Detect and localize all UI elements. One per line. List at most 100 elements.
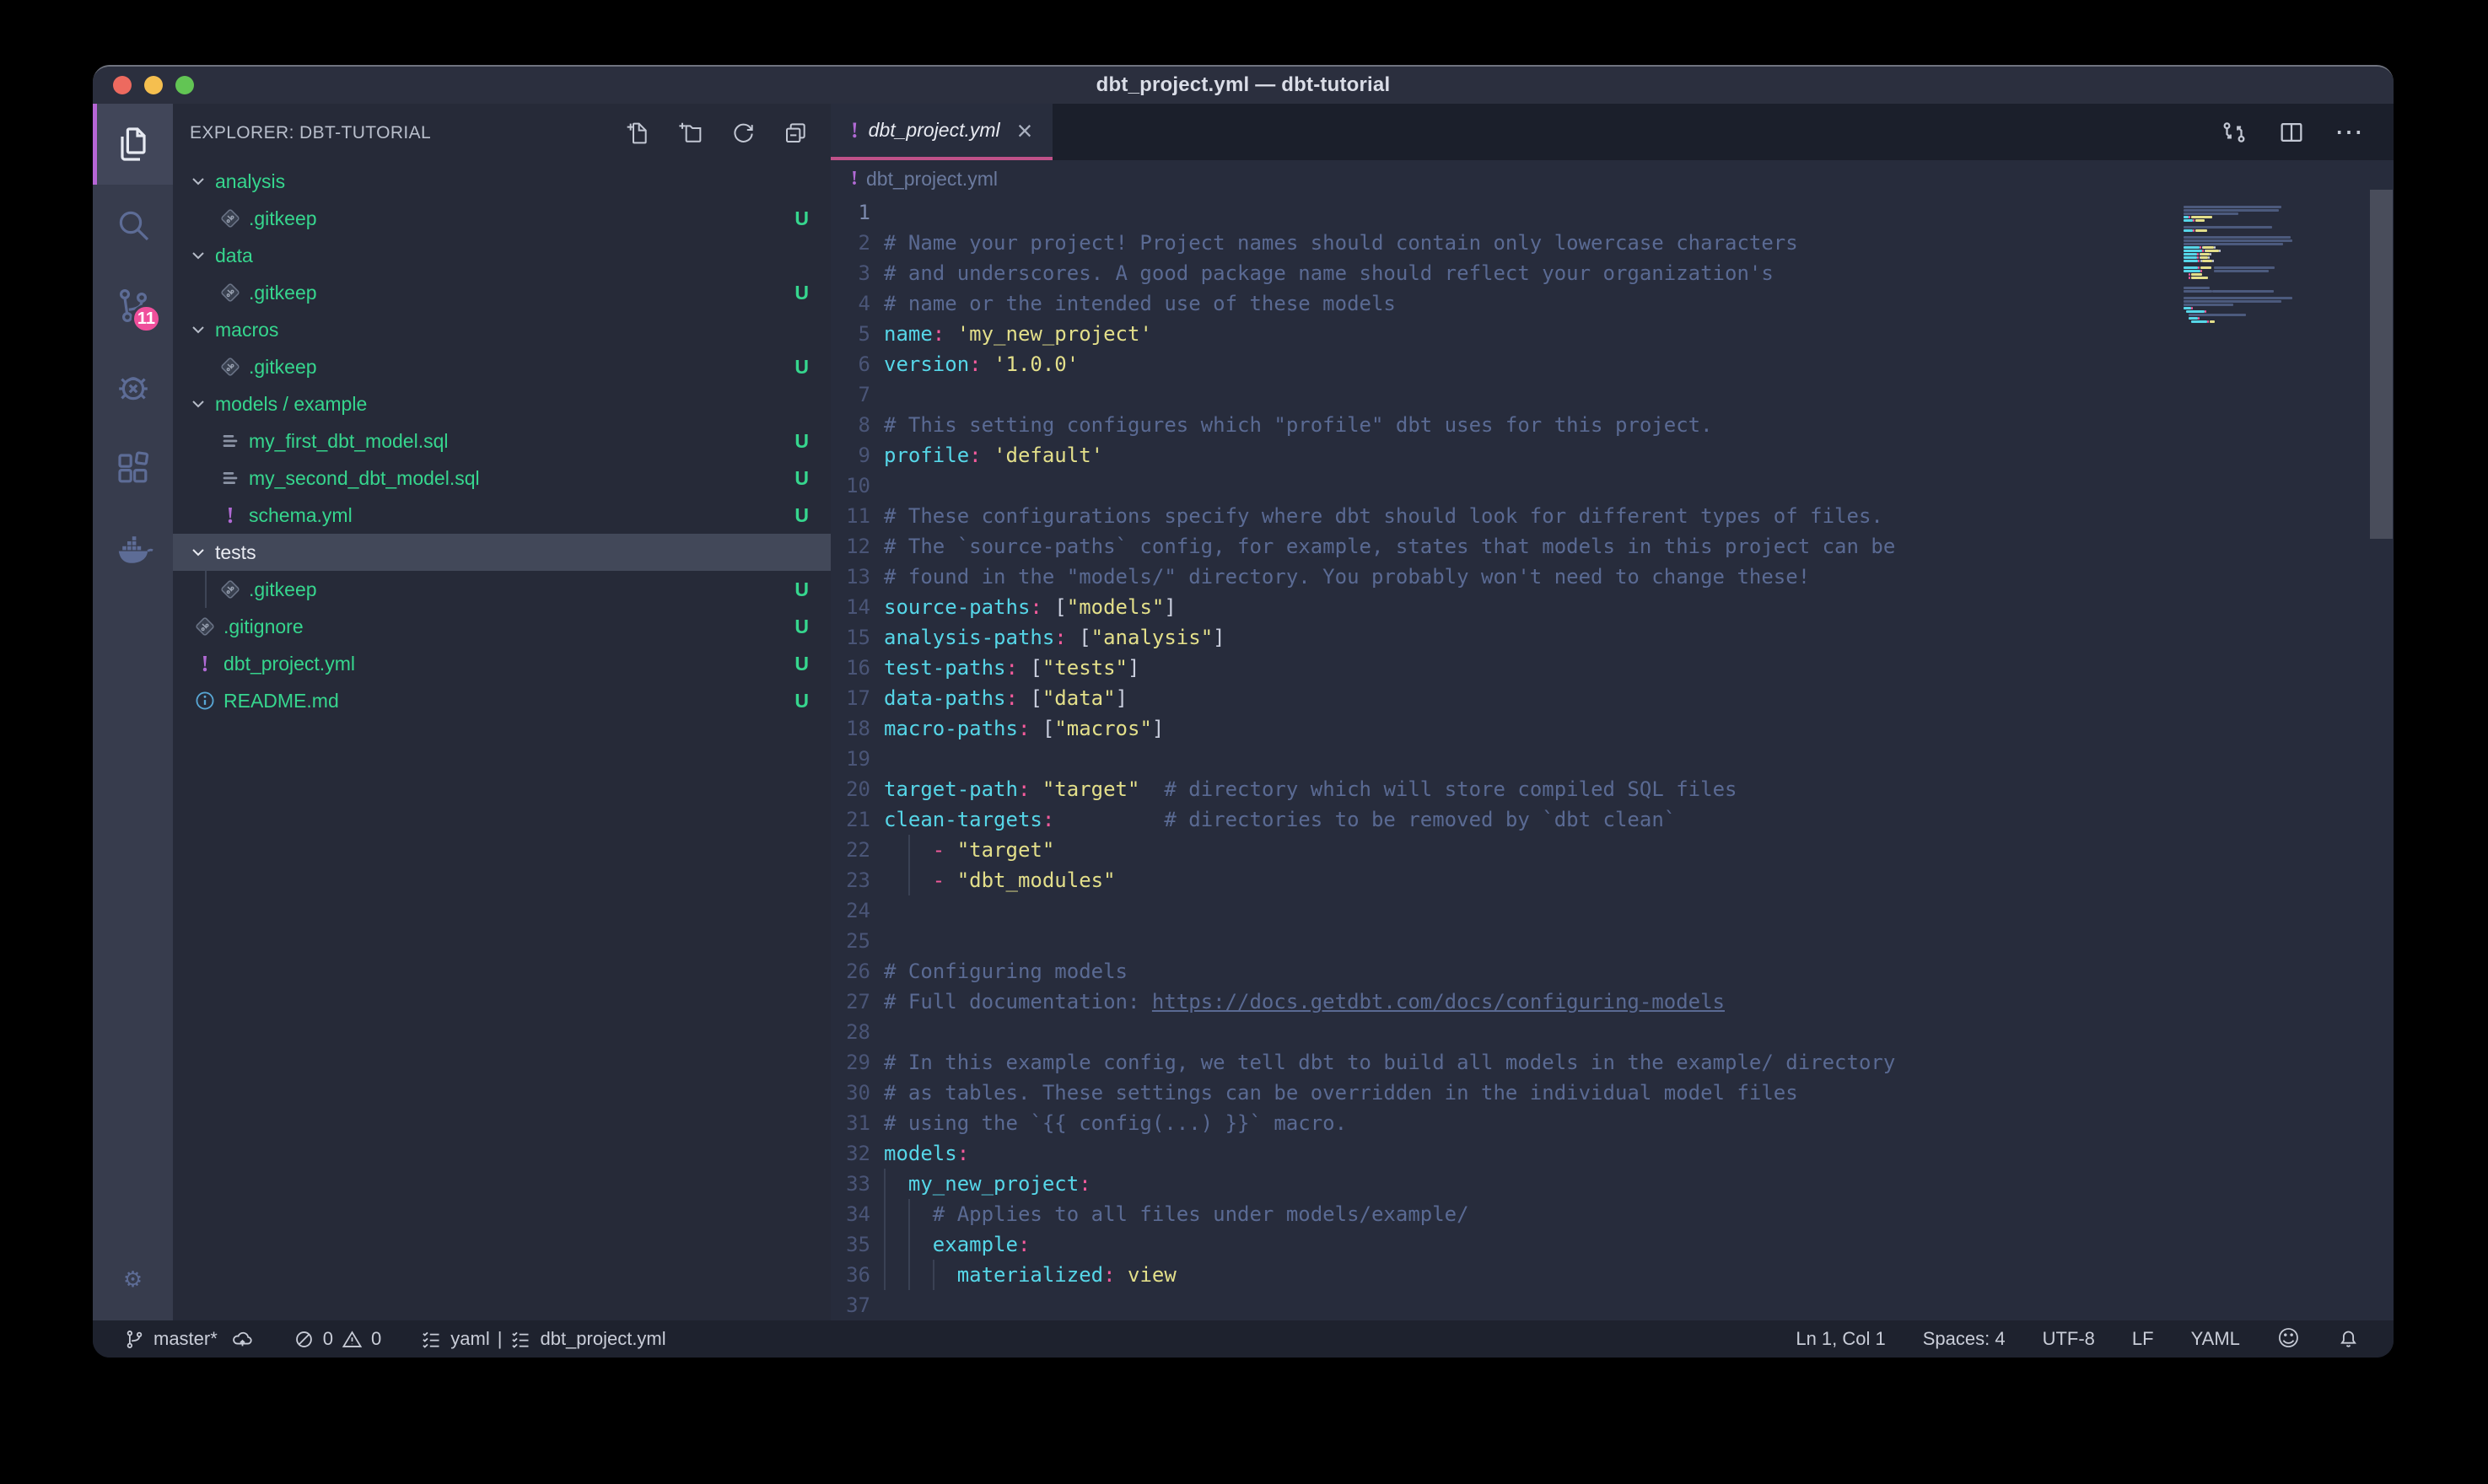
code-line-6[interactable]: 6version: '1.0.0' xyxy=(831,349,2394,379)
line-number: 6 xyxy=(831,349,870,379)
code-line-19[interactable]: 19 xyxy=(831,744,2394,774)
tree-item--gitkeep[interactable]: .gitkeepU xyxy=(173,200,831,237)
code-line-27[interactable]: 27# Full documentation: https://docs.get… xyxy=(831,987,2394,1017)
tree-item-label: README.md xyxy=(223,690,339,712)
activity-explorer-button[interactable] xyxy=(93,104,173,185)
tree-item-my-second-dbt-model-sql[interactable]: my_second_dbt_model.sqlU xyxy=(173,460,831,497)
code-line-1[interactable]: 1 xyxy=(831,197,2394,228)
feedback-smiley-icon[interactable]: ☺ xyxy=(2277,1328,2300,1350)
language-mode-indicator[interactable]: YAML xyxy=(2191,1328,2240,1350)
code-line-2[interactable]: 2# Name your project! Project names shou… xyxy=(831,228,2394,258)
breadcrumb[interactable]: ! dbt_project.yml xyxy=(831,160,2394,197)
title-bar[interactable]: dbt_project.yml — dbt-tutorial xyxy=(93,67,2394,104)
close-window-button[interactable] xyxy=(113,76,132,94)
notifications-bell[interactable] xyxy=(2337,1328,2360,1351)
code-line-31[interactable]: 31# using the `{{ config(...) }}` macro. xyxy=(831,1108,2394,1138)
tree-item-schema-yml[interactable]: !schema.ymlU xyxy=(173,497,831,534)
code-line-17[interactable]: 17data-paths: ["data"] xyxy=(831,683,2394,713)
activity-debug-button[interactable] xyxy=(93,347,173,427)
tree-item--gitkeep[interactable]: .gitkeepU xyxy=(173,348,831,385)
code-line-28[interactable]: 28 xyxy=(831,1017,2394,1047)
publish-changes-button[interactable] xyxy=(231,1328,254,1351)
code-line-22[interactable]: 22 - "target" xyxy=(831,835,2394,865)
code-line-9[interactable]: 9profile: 'default' xyxy=(831,440,2394,470)
tree-item-tests[interactable]: tests xyxy=(173,534,831,571)
activity-source-control-button[interactable]: 11 xyxy=(93,266,173,347)
code-line-37[interactable]: 37 xyxy=(831,1290,2394,1320)
new-folder-icon[interactable] xyxy=(677,120,704,147)
code-line-3[interactable]: 3# and underscores. A good package name … xyxy=(831,258,2394,288)
tree-item-dbt-project-yml[interactable]: !dbt_project.ymlU xyxy=(173,645,831,682)
checklist-icon xyxy=(420,1328,443,1351)
settings-gear-button[interactable]: ⚙ xyxy=(93,1239,173,1320)
code-line-8[interactable]: 8# This setting configures which "profil… xyxy=(831,410,2394,440)
code-area[interactable]: 12# Name your project! Project names sho… xyxy=(831,197,2394,1320)
new-file-icon[interactable] xyxy=(625,120,652,147)
file-tree: analysis.gitkeepUdata.gitkeepUmacros.git… xyxy=(173,163,831,1320)
tree-item-analysis[interactable]: analysis xyxy=(173,163,831,200)
tree-item--gitignore[interactable]: .gitignoreU xyxy=(173,608,831,645)
cursor-position[interactable]: Ln 1, Col 1 xyxy=(1796,1328,1885,1350)
tree-item-data[interactable]: data xyxy=(173,237,831,274)
code-line-35[interactable]: 35 example: xyxy=(831,1229,2394,1260)
split-editor-icon[interactable] xyxy=(2277,118,2306,147)
code-line-23[interactable]: 23 - "dbt_modules" xyxy=(831,865,2394,895)
code-line-16[interactable]: 16test-paths: ["tests"] xyxy=(831,653,2394,683)
code-line-11[interactable]: 11# These configurations specify where d… xyxy=(831,501,2394,531)
tab-dbt-project-yml[interactable]: ! dbt_project.yml × xyxy=(831,104,1053,160)
code-line-33[interactable]: 33 my_new_project: xyxy=(831,1169,2394,1199)
tree-item-label: models / example xyxy=(215,393,367,416)
tree-item-readme-md[interactable]: README.mdU xyxy=(173,682,831,719)
code-line-5[interactable]: 5name: 'my_new_project' xyxy=(831,319,2394,349)
collapse-all-icon[interactable] xyxy=(782,120,809,147)
tree-item-my-first-dbt-model-sql[interactable]: my_first_dbt_model.sqlU xyxy=(173,422,831,460)
code-line-21[interactable]: 21clean-targets: # directories to be rem… xyxy=(831,804,2394,835)
git-branch-indicator[interactable]: master* xyxy=(123,1328,218,1351)
maximize-window-button[interactable] xyxy=(175,76,194,94)
tree-item-models-example[interactable]: models / example xyxy=(173,385,831,422)
code-line-15[interactable]: 15analysis-paths: ["analysis"] xyxy=(831,622,2394,653)
line-number: 29 xyxy=(831,1047,870,1078)
code-line-4[interactable]: 4# name or the intended use of these mod… xyxy=(831,288,2394,319)
code-line-26[interactable]: 26# Configuring models xyxy=(831,956,2394,987)
code-line-29[interactable]: 29# In this example config, we tell dbt … xyxy=(831,1047,2394,1078)
activity-extensions-button[interactable] xyxy=(93,427,173,508)
eol-indicator[interactable]: LF xyxy=(2132,1328,2154,1350)
code-line-24[interactable]: 24 xyxy=(831,895,2394,926)
scm-pending-badge: 11 xyxy=(132,304,161,333)
minimap[interactable] xyxy=(2184,202,2323,327)
activity-search-button[interactable] xyxy=(93,185,173,266)
error-count: 0 xyxy=(323,1328,333,1350)
code-line-12[interactable]: 12# The `source-paths` config, for examp… xyxy=(831,531,2394,562)
indentation-indicator[interactable]: Spaces: 4 xyxy=(1923,1328,2006,1350)
code-line-10[interactable]: 10 xyxy=(831,470,2394,501)
code-line-20[interactable]: 20target-path: "target" # directory whic… xyxy=(831,774,2394,804)
git-untracked-badge: U xyxy=(794,282,809,304)
code-line-34[interactable]: 34 # Applies to all files under models/e… xyxy=(831,1199,2394,1229)
code-line-13[interactable]: 13# found in the "models/" directory. Yo… xyxy=(831,562,2394,592)
line-number: 3 xyxy=(831,258,870,288)
code-line-36[interactable]: 36 materialized: view xyxy=(831,1260,2394,1290)
tree-item-macros[interactable]: macros xyxy=(173,311,831,348)
more-actions-icon[interactable]: ⋯ xyxy=(2335,116,2365,149)
open-changes-icon[interactable] xyxy=(2220,118,2248,147)
code-line-7[interactable]: 7 xyxy=(831,379,2394,410)
code-line-32[interactable]: 32models: xyxy=(831,1138,2394,1169)
minimize-window-button[interactable] xyxy=(144,76,163,94)
tab-close-icon[interactable]: × xyxy=(1017,117,1033,144)
tree-item--gitkeep[interactable]: .gitkeepU xyxy=(173,274,831,311)
line-number: 24 xyxy=(831,895,870,926)
code-line-25[interactable]: 25 xyxy=(831,926,2394,956)
tree-item--gitkeep[interactable]: .gitkeepU xyxy=(173,571,831,608)
refresh-icon[interactable] xyxy=(730,120,757,147)
code-line-30[interactable]: 30# as tables. These settings can be ove… xyxy=(831,1078,2394,1108)
yaml-schema-selector[interactable]: yaml | dbt_project.yml xyxy=(420,1328,665,1351)
code-line-14[interactable]: 14source-paths: ["models"] xyxy=(831,592,2394,622)
code-line-18[interactable]: 18macro-paths: ["macros"] xyxy=(831,713,2394,744)
editor-scrollbar-thumb[interactable] xyxy=(2370,190,2393,539)
problems-indicator[interactable]: 0 0 xyxy=(293,1328,382,1351)
git-file-icon xyxy=(218,355,242,379)
line-number: 36 xyxy=(831,1260,870,1290)
encoding-indicator[interactable]: UTF-8 xyxy=(2043,1328,2095,1350)
activity-docker-button[interactable] xyxy=(93,508,173,589)
